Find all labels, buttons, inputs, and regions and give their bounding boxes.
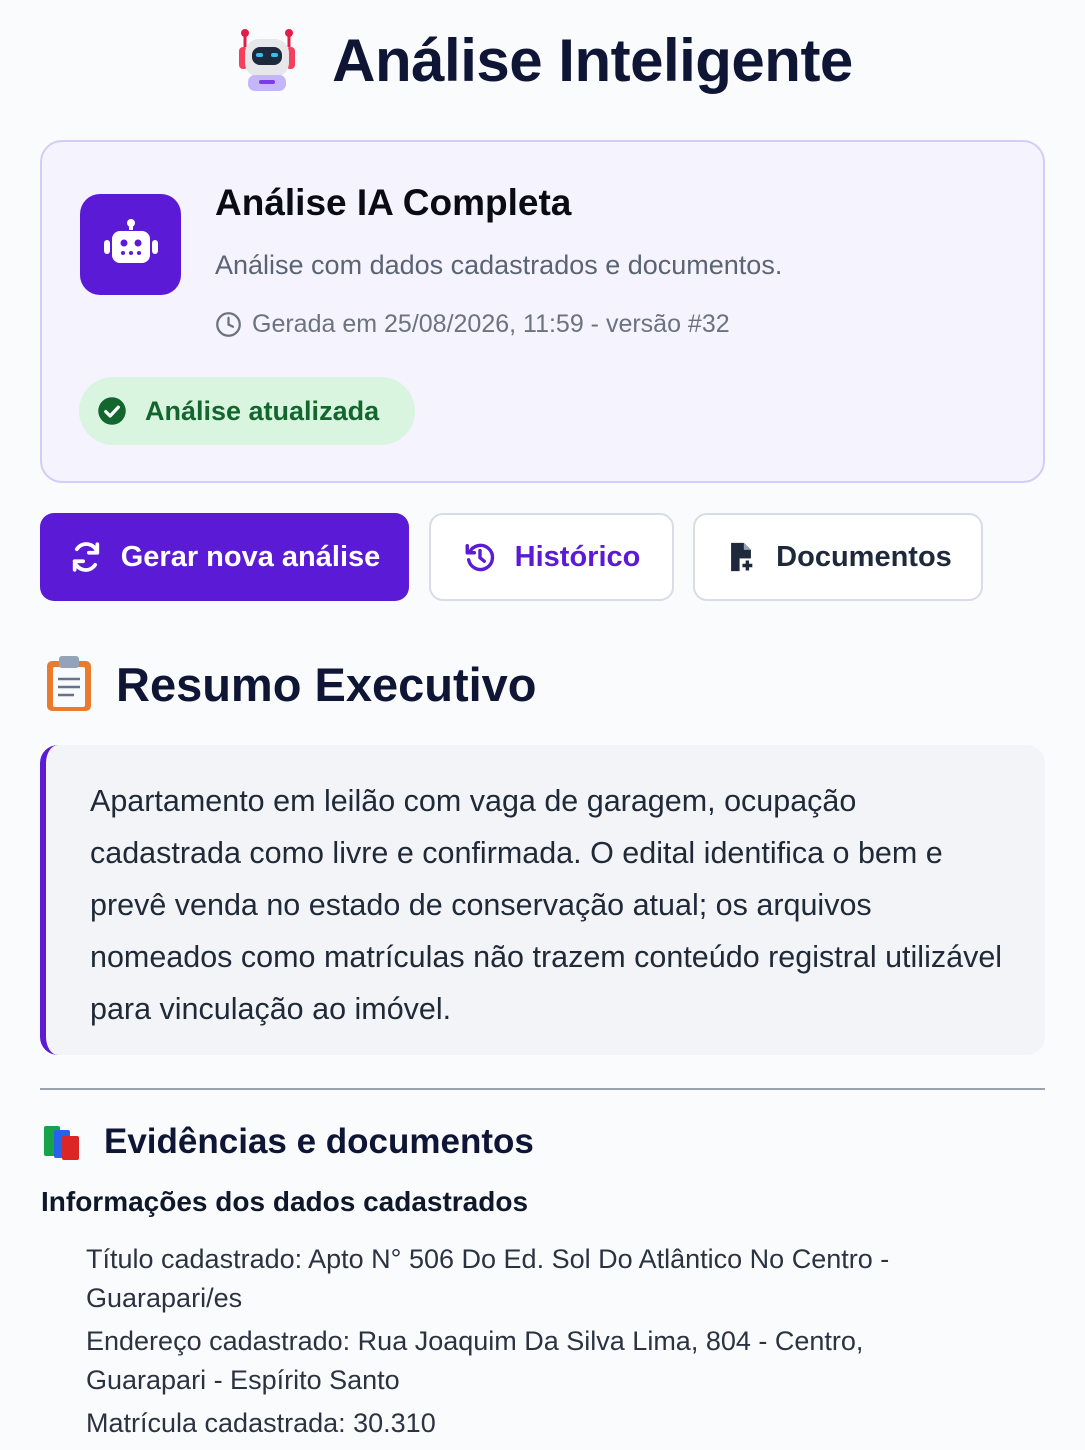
info-item-address: Endereço cadastrado: Rua Joaquim Da Silv… bbox=[86, 1326, 864, 1395]
status-badge: Análise atualizada bbox=[79, 377, 415, 445]
history-button[interactable]: Histórico bbox=[429, 513, 674, 601]
generated-timestamp: Gerada em 25/08/2026, 11:59 - versão #32 bbox=[252, 310, 730, 338]
evidence-header: Evidências e documentos bbox=[42, 1122, 534, 1162]
status-badge-label: Análise atualizada bbox=[145, 395, 380, 426]
card-subtitle: Análise com dados cadastrados e document… bbox=[215, 250, 783, 280]
divider bbox=[40, 1088, 1045, 1090]
executive-summary: Apartamento em leilão com vaga de garage… bbox=[40, 745, 1045, 1055]
robot-emoji-icon bbox=[239, 29, 296, 91]
evidence-title: Evidências e documentos bbox=[104, 1122, 534, 1161]
books-emoji-icon bbox=[44, 1126, 79, 1160]
card-title: Análise IA Completa bbox=[215, 182, 572, 223]
info-subheading: Informações dos dados cadastrados bbox=[41, 1186, 529, 1217]
summary-title: Resumo Executivo bbox=[116, 657, 537, 711]
history-label: Histórico bbox=[514, 540, 641, 573]
page-title: Análise Inteligente bbox=[332, 26, 853, 94]
history-icon bbox=[465, 543, 494, 572]
info-item-title: Título cadastrado: Apto N° 506 Do Ed. So… bbox=[86, 1244, 890, 1313]
card-meta: Gerada em 25/08/2026, 11:59 - versão #32 bbox=[215, 310, 730, 339]
clock-icon bbox=[216, 312, 241, 337]
documents-button[interactable]: Documentos bbox=[693, 513, 983, 601]
summary-header: Resumo Executivo bbox=[44, 655, 537, 713]
analysis-card: Análise IA Completa Análise com dados ca… bbox=[40, 140, 1045, 483]
documents-label: Documentos bbox=[776, 540, 952, 573]
check-circle-icon bbox=[98, 397, 126, 425]
refresh-icon bbox=[72, 542, 99, 572]
clipboard-emoji-icon bbox=[47, 656, 91, 711]
robot-icon bbox=[80, 194, 181, 295]
document-icon bbox=[731, 542, 754, 573]
info-list: Título cadastrado: Apto N° 506 Do Ed. So… bbox=[86, 1240, 986, 1447]
page-header: Análise Inteligente bbox=[0, 20, 1085, 100]
generate-analysis-button[interactable]: Gerar nova análise bbox=[40, 513, 409, 601]
info-item-registration: Matrícula cadastrada: 30.310 bbox=[86, 1408, 436, 1438]
generate-analysis-label: Gerar nova análise bbox=[120, 540, 381, 573]
summary-text: Apartamento em leilão com vaga de garage… bbox=[90, 784, 1003, 1026]
